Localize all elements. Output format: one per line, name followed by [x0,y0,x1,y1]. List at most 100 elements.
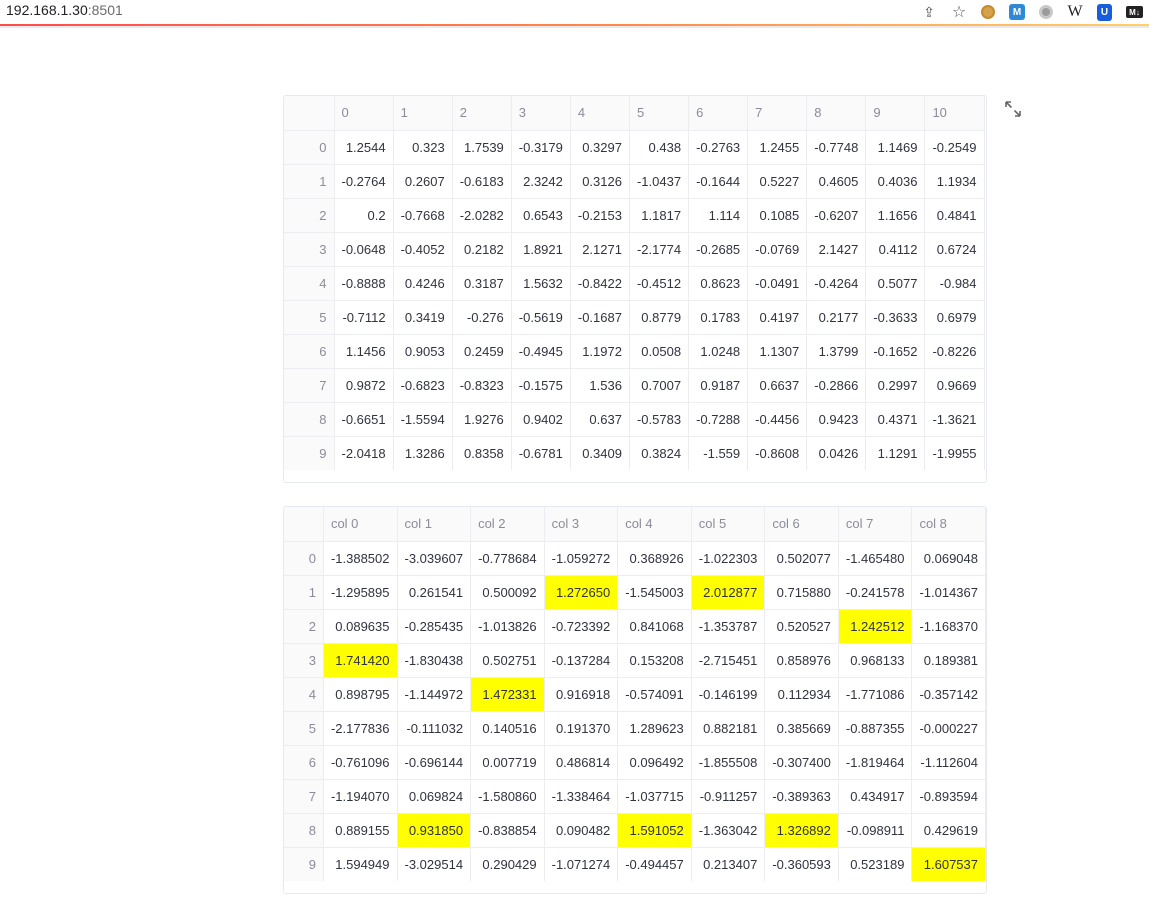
table-cell[interactable]: 0.1783 [688,300,749,335]
table-cell[interactable]: 1.1469 [865,130,926,165]
table-cell[interactable]: -0.761096 [323,745,398,780]
table-cell[interactable]: 0.153208 [617,643,692,678]
column-header[interactable]: 1 [393,96,453,131]
table-cell[interactable]: 0.916918 [544,677,619,712]
table-cell[interactable]: -0.696144 [397,745,472,780]
table-cell[interactable]: -0.5619 [511,300,571,335]
table-cell[interactable]: 0.191370 [544,711,619,746]
extension-circle-icon[interactable] [1039,5,1053,19]
table-cell[interactable]: 1.5632 [511,266,571,301]
table-cell[interactable]: -0.6183 [452,164,512,199]
table-cell[interactable]: 0.6543 [511,198,571,233]
table-cell[interactable]: 1.289623 [617,711,692,746]
table-cell[interactable]: 0.261541 [397,575,472,610]
table-cell[interactable]: 0.9187 [688,368,749,403]
table-cell[interactable]: -1.194070 [323,779,398,814]
table-cell[interactable]: 0.3187 [452,266,512,301]
table-cell[interactable]: -1.0437 [629,164,690,199]
column-header[interactable]: 0 [334,96,394,131]
address-bar[interactable]: 192.168.1.30:8501 [6,2,123,18]
table-cell[interactable]: -0.3179 [511,130,571,165]
table-cell[interactable]: -1.465480 [838,541,913,576]
column-header[interactable]: col 8 [911,507,986,542]
extension-shield-icon[interactable]: U [1097,3,1112,21]
table-cell[interactable]: -0.494457 [617,847,692,881]
table-cell[interactable]: 0.520527 [764,609,839,644]
table-cell[interactable]: -0.5783 [629,402,690,437]
table-cell[interactable]: -1.388502 [323,541,398,576]
table-cell[interactable]: -1.3621 [924,402,985,437]
table-cell[interactable]: -0.984 [924,266,985,301]
table-cell[interactable]: 0.189381 [911,643,986,678]
table-cell[interactable]: -0.887355 [838,711,913,746]
table-cell[interactable]: 1.7539 [452,130,512,165]
table-cell[interactable]: -1.071274 [544,847,619,881]
table-cell[interactable]: 0.434917 [838,779,913,814]
column-header[interactable]: 9 [865,96,926,131]
table-cell[interactable]: 1.2455 [747,130,808,165]
table-cell[interactable]: -0.7288 [688,402,749,437]
column-header[interactable]: 6 [688,96,749,131]
table-cell[interactable]: -1.545003 [617,575,692,610]
table-cell[interactable]: 0.9872 [334,368,394,403]
table-cell[interactable]: 0.4841 [924,198,985,233]
table-cell[interactable]: 0.3297 [570,130,630,165]
table-cell[interactable]: -0.8608 [747,436,808,470]
extension-gear-icon[interactable] [981,5,995,19]
table-cell[interactable]: 0.090482 [544,813,619,848]
table-cell[interactable]: -2.0418 [334,436,394,470]
table-cell[interactable]: -0.2763 [688,130,749,165]
fullscreen-expand-icon[interactable] [1005,101,1021,117]
table-cell[interactable]: -0.0491 [747,266,808,301]
extension-markdown-icon[interactable]: M↓ [1126,6,1143,18]
table-cell[interactable]: -1.014367 [911,575,986,610]
column-header[interactable]: 2 [452,96,512,131]
table-cell[interactable]: 0.898795 [323,677,398,712]
table-cell[interactable]: 0.637 [570,402,630,437]
table-cell[interactable]: -0.7748 [806,130,867,165]
table-cell[interactable]: 0.213407 [691,847,766,881]
column-header[interactable]: 8 [806,96,867,131]
table-cell[interactable]: 2.3242 [511,164,571,199]
table-cell[interactable]: -0.2549 [924,130,985,165]
table-cell[interactable]: -0.4945 [511,334,571,369]
table-cell[interactable]: -1.059272 [544,541,619,576]
table-cell[interactable]: 0.9423 [806,402,867,437]
table-cell[interactable]: -1.771086 [838,677,913,712]
table-cell[interactable]: 0.841068 [617,609,692,644]
table-cell[interactable]: -0.098911 [838,813,913,848]
table-cell[interactable]: -0.7112 [334,300,394,335]
table-cell[interactable]: 0.2182 [452,232,512,267]
table-cell[interactable]: 0.089635 [323,609,398,644]
table-cell[interactable]: -0.2685 [688,232,749,267]
table-cell[interactable]: 0.9402 [511,402,571,437]
table-cell[interactable]: -0.893594 [911,779,986,814]
table-cell[interactable]: -0.4052 [393,232,453,267]
table-cell[interactable]: -0.1575 [511,368,571,403]
table-cell[interactable]: -0.778684 [470,541,545,576]
extension-m-icon[interactable]: M [1009,4,1025,20]
table-cell[interactable]: 1.1934 [924,164,985,199]
table-cell[interactable]: -0.8323 [452,368,512,403]
column-header[interactable]: col 4 [617,507,692,542]
table-cell[interactable]: 1.3799 [806,334,867,369]
table-cell[interactable]: -0.6651 [334,402,394,437]
table-cell[interactable]: -0.357142 [911,677,986,712]
table-cell[interactable]: -0.8422 [570,266,630,301]
table-cell[interactable]: -0.137284 [544,643,619,678]
table-cell[interactable]: -0.6207 [806,198,867,233]
table-cell[interactable]: 0.4112 [865,232,926,267]
table-cell[interactable]: -1.819464 [838,745,913,780]
table-cell[interactable]: 1.1291 [865,436,926,470]
table-cell[interactable]: -3.039607 [397,541,472,576]
table-cell[interactable]: 0.7007 [629,368,690,403]
table-cell[interactable]: 1.0248 [688,334,749,369]
table-cell[interactable]: -1.295895 [323,575,398,610]
table-cell[interactable]: 0.5077 [865,266,926,301]
table-cell[interactable]: 1.594949 [323,847,398,881]
table-cell[interactable]: 0.112934 [764,677,839,712]
table-cell[interactable]: -0.0769 [747,232,808,267]
table-cell[interactable]: 0.4246 [393,266,453,301]
table-cell[interactable]: 0.9053 [393,334,453,369]
table-cell[interactable]: 0.523189 [838,847,913,881]
